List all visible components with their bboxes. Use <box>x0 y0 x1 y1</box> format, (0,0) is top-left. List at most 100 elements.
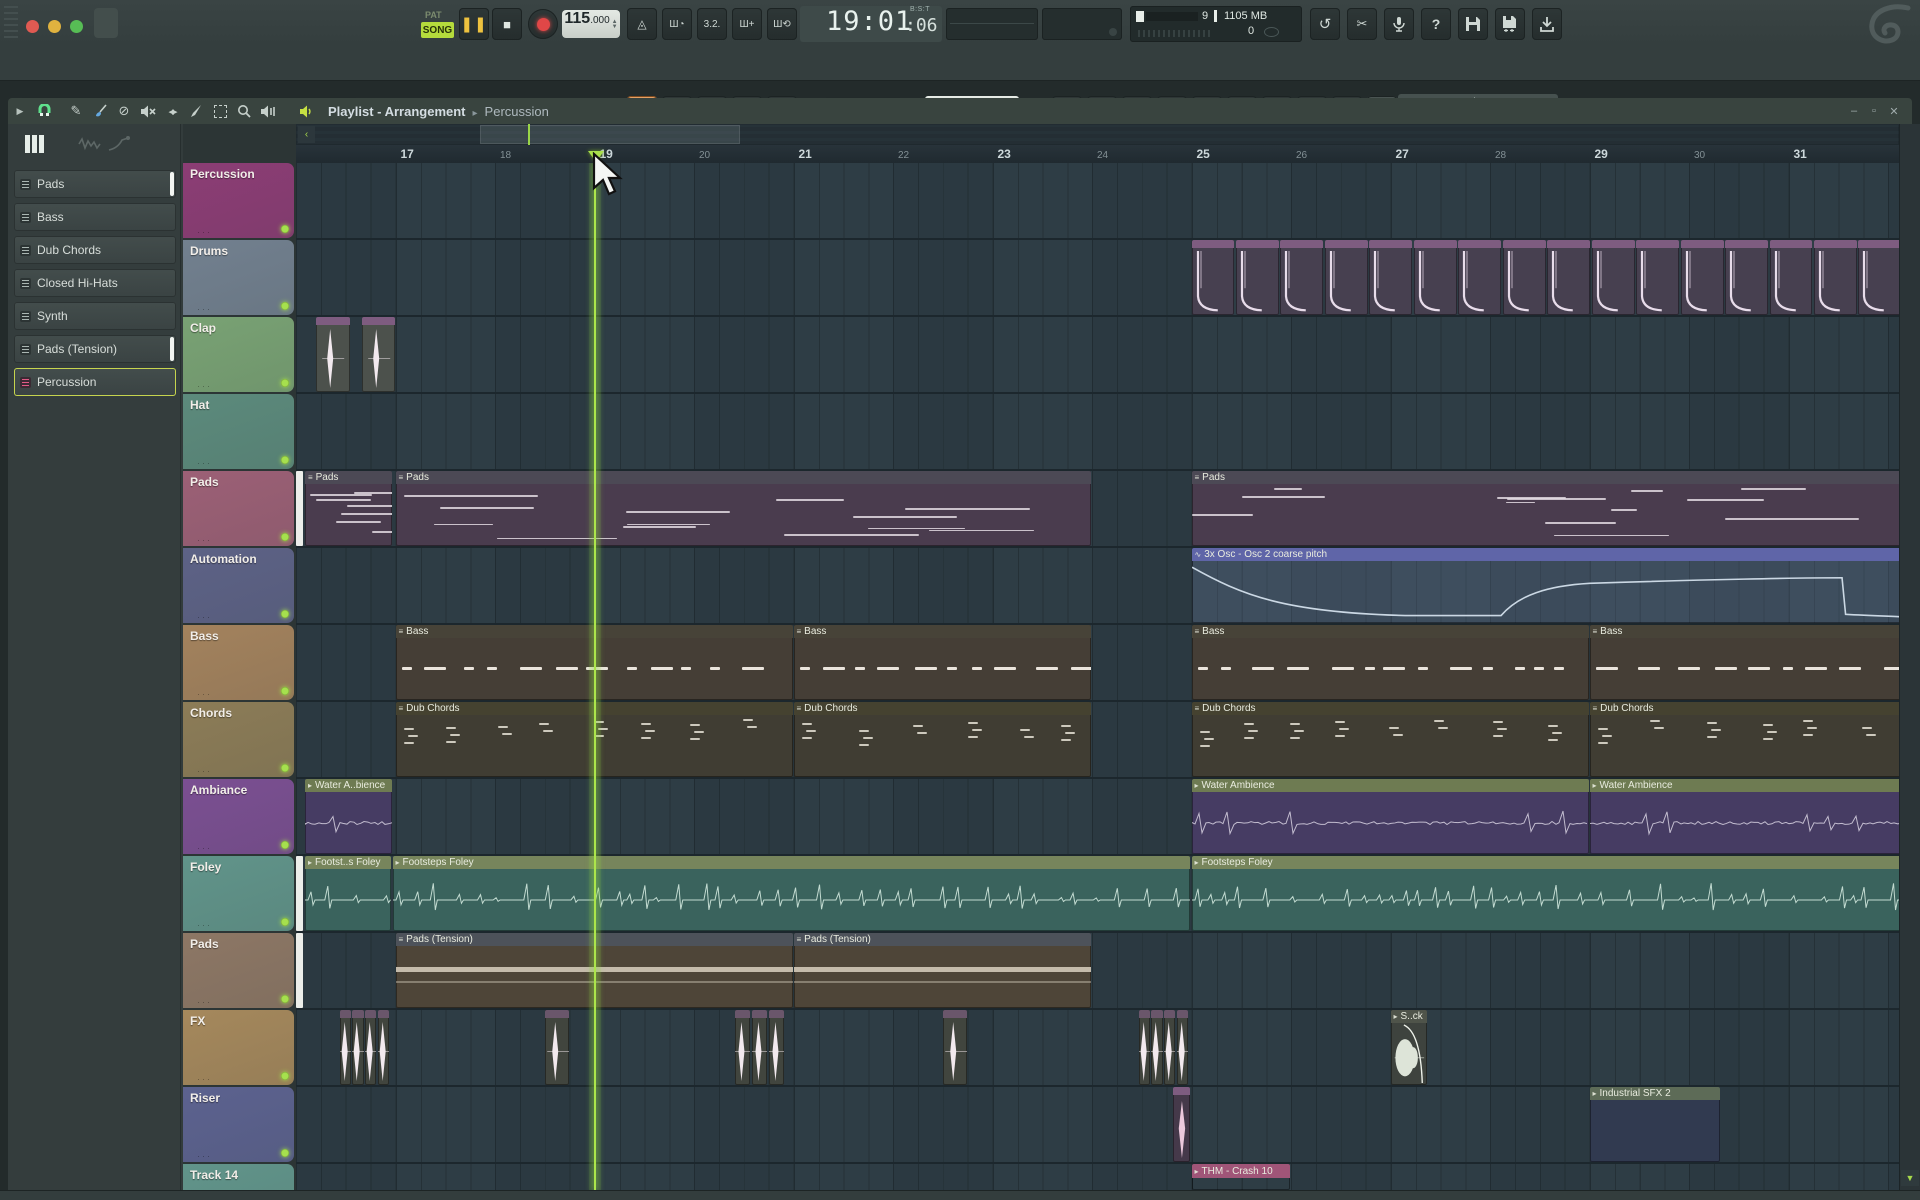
track-led[interactable] <box>281 841 289 849</box>
scroll-down-button[interactable]: ▼ <box>1901 1170 1919 1186</box>
pattern-item-pads-tension-[interactable]: Pads (Tension) <box>14 335 176 363</box>
undo-button[interactable]: ↺ <box>1310 8 1340 40</box>
pattern-item-synth[interactable]: Synth <box>14 302 176 330</box>
mute-tool-button[interactable] <box>136 101 160 121</box>
track-led[interactable] <box>281 764 289 772</box>
pattern-item-pads[interactable]: Pads <box>14 170 176 198</box>
clip-edge-sliver[interactable] <box>296 933 303 1008</box>
clip-drum-hit[interactable] <box>1592 240 1635 315</box>
playhead-line[interactable] <box>594 163 596 1190</box>
track-header-percussion[interactable]: Percussion··· <box>183 163 294 238</box>
clip-3x-osc-osc-2-coarse-pitch[interactable]: ∿3x Osc - Osc 2 coarse pitch <box>1192 548 1900 623</box>
song-mode-button[interactable]: SONG <box>421 22 454 38</box>
clip-footst-s-foley[interactable]: ▸Footst..s Foley <box>305 856 391 931</box>
save-button[interactable] <box>1458 8 1488 40</box>
track-header-chords[interactable]: Chords··· <box>183 702 294 777</box>
clip-pads[interactable]: ≡Pads <box>305 471 392 546</box>
clip-fx-hit[interactable] <box>769 1010 784 1085</box>
clip-drum-hit[interactable] <box>1236 240 1279 315</box>
track-header-ambiance[interactable]: Ambiance··· <box>183 779 294 854</box>
clip-pads[interactable]: ≡Pads <box>1192 471 1900 546</box>
automation-tab-icon[interactable] <box>108 136 130 152</box>
save-new-version-button[interactable] <box>1495 8 1525 40</box>
track-header-fx[interactable]: FX··· <box>183 1010 294 1085</box>
clip-dub-chords[interactable]: ≡Dub Chords <box>794 702 1092 777</box>
track-header-clap[interactable]: Clap··· <box>183 317 294 392</box>
window-grip[interactable] <box>4 6 18 42</box>
clip-drum-hit[interactable] <box>1192 240 1235 315</box>
clip-fx-hit[interactable] <box>545 1010 569 1085</box>
loop-record-button[interactable]: Ш⟲ <box>767 8 797 40</box>
paint-tool-button[interactable] <box>88 101 112 121</box>
minimize-traffic-light[interactable] <box>48 20 61 33</box>
clip-water-ambience[interactable]: ▸Water Ambience <box>1192 779 1589 854</box>
close-traffic-light[interactable] <box>26 20 39 33</box>
bpm-spinner[interactable]: ▲▼ <box>612 20 618 30</box>
pattern-item-dub-chords[interactable]: Dub Chords <box>14 236 176 264</box>
delete-tool-button[interactable]: ⊘ <box>112 101 136 121</box>
clip-fx-hit[interactable] <box>352 1010 363 1085</box>
clip-water-ambience[interactable]: ▸Water Ambience <box>1590 779 1900 854</box>
cut-button[interactable]: ✂ <box>1347 8 1377 40</box>
track-led[interactable] <box>281 687 289 695</box>
clip-fx-hit[interactable] <box>735 1010 750 1085</box>
clip-clap[interactable] <box>362 317 396 392</box>
pattern-item-closed-hi-hats[interactable]: Closed Hi-Hats <box>14 269 176 297</box>
clip-drum-hit[interactable] <box>1414 240 1457 315</box>
clip-drum-hit[interactable] <box>1325 240 1368 315</box>
playback-tool-button[interactable] <box>256 101 280 121</box>
clip-drum-hit[interactable] <box>1458 240 1501 315</box>
clip-bass[interactable]: ≡Bass <box>1590 625 1900 700</box>
clip-bass[interactable]: ≡Bass <box>1192 625 1589 700</box>
pat-mode-button[interactable]: PAT <box>425 10 442 20</box>
clip-s-ck[interactable]: ▸S..ck <box>1391 1010 1428 1085</box>
clip-dub-chords[interactable]: ≡Dub Chords <box>1192 702 1589 777</box>
track-led[interactable] <box>281 610 289 618</box>
track-led[interactable] <box>281 1149 289 1157</box>
vertical-scrollbar[interactable] <box>1899 124 1920 1190</box>
playlist-close-button[interactable]: ✕ <box>1884 105 1904 118</box>
clip-drum-hit[interactable] <box>1369 240 1412 315</box>
clip-fx-hit[interactable] <box>340 1010 351 1085</box>
clip-edge-sliver[interactable] <box>296 471 303 546</box>
playlist-maximize-button[interactable]: ▫ <box>1864 105 1884 117</box>
track-led[interactable] <box>281 225 289 233</box>
clip-industrial-sfx-2[interactable]: ▸Industrial SFX 2 <box>1590 1087 1720 1162</box>
clip-fx-hit[interactable] <box>378 1010 389 1085</box>
playlist-grid[interactable]: ≡Pads≡Pads≡Pads∿3x Osc - Osc 2 coarse pi… <box>296 163 1899 1190</box>
slip-tool-button[interactable]: ◂▸ <box>160 101 184 121</box>
clip-edge-sliver[interactable] <box>296 856 303 931</box>
clip-fx-hit[interactable] <box>365 1010 376 1085</box>
stop-button[interactable]: ■ <box>492 8 522 40</box>
wait-for-input-button[interactable]: Ш◔ <box>662 8 692 40</box>
clip-drum-hit[interactable] <box>1503 240 1546 315</box>
clip-drum-hit[interactable] <box>1770 240 1813 315</box>
record-button[interactable] <box>528 9 558 39</box>
pattern-item-percussion[interactable]: Percussion <box>14 368 176 396</box>
track-header-riser[interactable]: Riser··· <box>183 1087 294 1162</box>
audio-tab-icon[interactable] <box>78 136 102 152</box>
clip-drum-hit[interactable] <box>1814 240 1857 315</box>
clip-footsteps-foley[interactable]: ▸Footsteps Foley <box>1192 856 1900 931</box>
clip-drum-hit[interactable] <box>1858 240 1899 315</box>
track-header-hat[interactable]: Hat··· <box>183 394 294 469</box>
slice-tool-button[interactable] <box>184 101 208 121</box>
clip-fx-hit[interactable] <box>1177 1010 1188 1085</box>
timeline-ruler[interactable]: 171819202122232425262728293031 <box>296 145 1899 164</box>
clip-bass[interactable]: ≡Bass <box>794 625 1092 700</box>
track-led[interactable] <box>281 456 289 464</box>
bpm-display[interactable]: 115.000 ▲▼ <box>562 10 620 38</box>
clip-riser-hit[interactable] <box>1173 1087 1191 1162</box>
typing-keyboard-button[interactable]: Ш+ <box>732 8 762 40</box>
timeline-minimap[interactable] <box>296 124 1899 145</box>
zoom-tool-button[interactable] <box>232 101 256 121</box>
clip-drum-hit[interactable] <box>1280 240 1323 315</box>
minimap-view-box[interactable] <box>480 125 740 144</box>
metronome-button[interactable]: ◬ <box>627 8 657 40</box>
clip-water-a-bience[interactable]: ▸Water A..bience <box>305 779 392 854</box>
track-header-automation[interactable]: Automation··· <box>183 548 294 623</box>
clip-fx-hit[interactable] <box>1164 1010 1175 1085</box>
pattern-item-bass[interactable]: Bass <box>14 203 176 231</box>
snap-magnet-button[interactable] <box>32 101 56 121</box>
countdown-button[interactable]: 3.2. <box>697 8 727 40</box>
